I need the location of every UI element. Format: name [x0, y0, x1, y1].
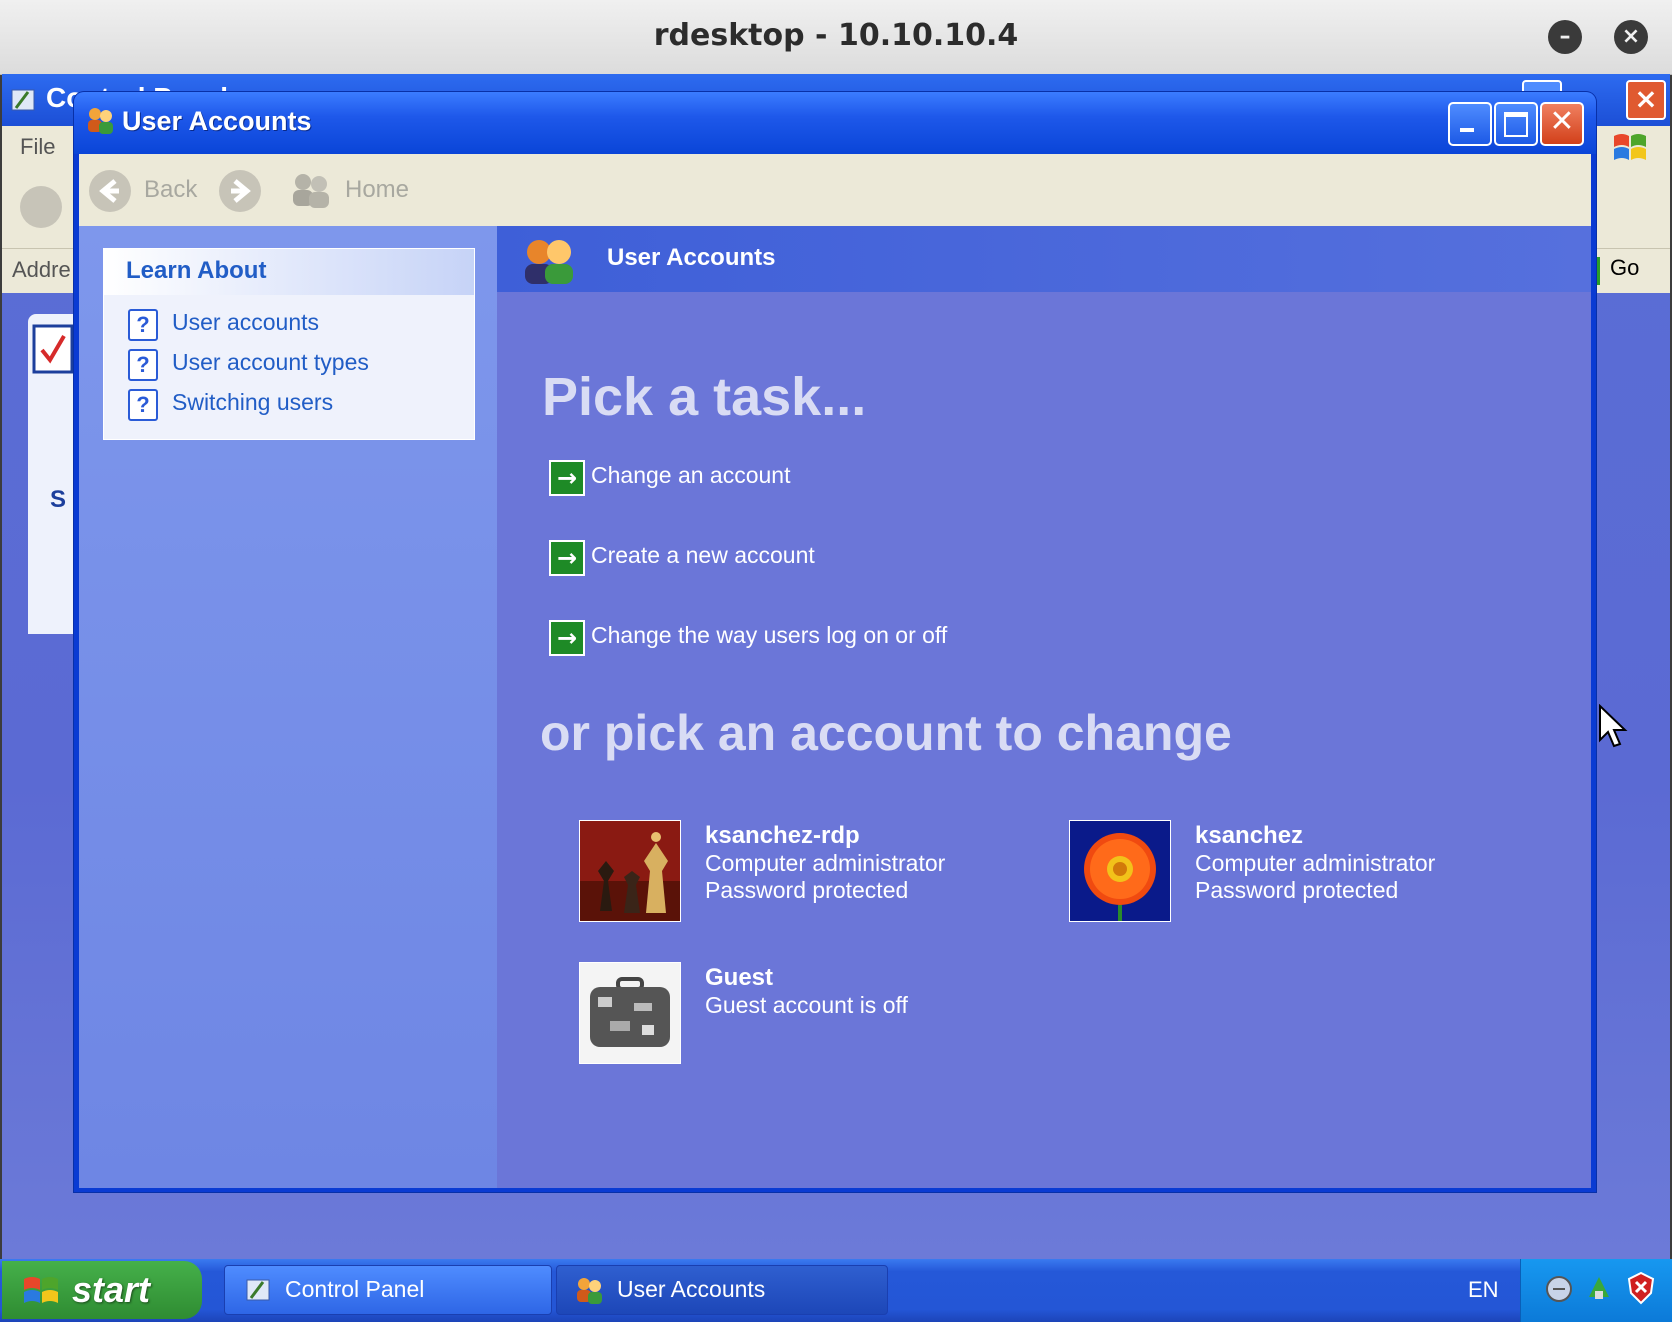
- go-button[interactable]: Go: [1610, 255, 1639, 281]
- task-change-account[interactable]: → Change an account: [549, 460, 949, 500]
- host-minimize-button[interactable]: –: [1548, 20, 1582, 54]
- start-button[interactable]: start: [2, 1261, 202, 1319]
- maximize-button[interactable]: [1494, 102, 1538, 146]
- help-icon: ?: [128, 349, 158, 381]
- maximize-icon: [1504, 112, 1528, 137]
- help-icon: ?: [128, 389, 158, 421]
- learn-item-switching-users[interactable]: ? Switching users: [128, 387, 428, 423]
- user-accounts-icon: [88, 108, 113, 134]
- close-button[interactable]: ✕: [1540, 102, 1584, 146]
- back-label: Back: [144, 176, 198, 203]
- language-indicator[interactable]: EN: [1468, 1277, 1499, 1303]
- home-button[interactable]: Home: [289, 168, 419, 214]
- user-accounts-header-icon: [525, 240, 573, 284]
- left-task-pane: Learn About ? User accounts ? User accou…: [79, 226, 497, 1188]
- learn-about-box: Learn About ? User accounts ? User accou…: [103, 248, 475, 440]
- control-panel-close-button[interactable]: ×: [1626, 80, 1666, 120]
- minimize-button[interactable]: [1448, 102, 1492, 146]
- account-status: Password protected: [1195, 877, 1399, 903]
- main-header-title: User Accounts: [607, 244, 776, 271]
- back-arrow-icon: [89, 170, 131, 212]
- user-accounts-titlebar: User Accounts ✕: [74, 92, 1596, 154]
- task-create-account[interactable]: → Create a new account: [549, 540, 949, 580]
- close-icon: ✕: [1549, 104, 1575, 139]
- account-name: ksanchez: [1195, 822, 1304, 849]
- account-type: Computer administrator: [1195, 850, 1436, 876]
- pick-task-heading: Pick a task...: [542, 367, 867, 427]
- account-guest[interactable]: Guest Guest account is off: [579, 962, 999, 1072]
- orange-flower-avatar: [1069, 820, 1171, 922]
- host-close-button[interactable]: ×: [1614, 20, 1648, 54]
- account-status: Guest account is off: [705, 992, 908, 1018]
- window-title: User Accounts: [122, 106, 312, 136]
- back-button[interactable]: Back: [89, 168, 209, 214]
- user-accounts-icon: [577, 1278, 602, 1304]
- system-tray: [1520, 1259, 1672, 1322]
- mouse-cursor-icon: [1599, 704, 1628, 748]
- user-accounts-window: User Accounts ✕ Back Home Learn About ? …: [74, 92, 1596, 1192]
- learn-about-header: Learn About: [104, 249, 474, 295]
- home-label: Home: [345, 176, 410, 203]
- address-label: Addre: [12, 257, 71, 282]
- windows-logo-icon: [1614, 134, 1646, 160]
- account-name: Guest: [705, 964, 774, 991]
- window-content: Learn About ? User accounts ? User accou…: [79, 226, 1591, 1188]
- start-label: start: [72, 1269, 151, 1310]
- task-change-logon[interactable]: → Change the way users log on or off: [549, 620, 1069, 660]
- cp-back-arrow-icon[interactable]: [20, 186, 62, 228]
- safely-remove-icon[interactable]: [1583, 1271, 1615, 1305]
- main-pane: User Accounts Pick a task... → Change an…: [497, 226, 1591, 1188]
- help-icon: ?: [128, 309, 158, 341]
- checklist-icon: [32, 324, 74, 374]
- network-icon[interactable]: [1543, 1273, 1575, 1305]
- home-users-icon: [293, 174, 329, 208]
- remote-desktop: Control Panel × File Addre Go: [2, 74, 1670, 1259]
- taskbar-control-panel[interactable]: Control Panel: [224, 1265, 552, 1315]
- main-header: User Accounts: [497, 226, 1591, 292]
- learn-about-title: Learn About: [126, 257, 267, 284]
- navigation-toolbar: Back Home: [79, 154, 1591, 226]
- menu-file[interactable]: File: [20, 134, 55, 160]
- taskbar-label: User Accounts: [617, 1276, 766, 1302]
- task-label: Create a new account: [591, 542, 815, 568]
- forward-arrow-icon[interactable]: [219, 170, 261, 212]
- task-arrow-icon: →: [549, 620, 585, 656]
- control-panel-icon: [11, 89, 35, 111]
- task-arrow-icon: →: [549, 460, 585, 496]
- security-shield-icon[interactable]: [1625, 1271, 1657, 1305]
- pick-account-heading: or pick an account to change: [540, 705, 1232, 761]
- host-titlebar: rdesktop - 10.10.10.4 – ×: [0, 0, 1672, 75]
- account-name: ksanchez-rdp: [705, 822, 860, 849]
- task-label: Change an account: [591, 462, 791, 488]
- account-type: Computer administrator: [705, 850, 946, 876]
- account-status: Password protected: [705, 877, 909, 903]
- taskbar: start Control Panel User Accounts EN: [0, 1259, 1672, 1322]
- account-ksanchez-rdp[interactable]: ksanchez-rdp Computer administrator Pass…: [579, 820, 999, 930]
- control-panel-icon: [246, 1279, 270, 1301]
- chess-pieces-avatar: [579, 820, 681, 922]
- minimize-icon: [1460, 128, 1474, 132]
- host-window-title: rdesktop - 10.10.10.4: [653, 18, 1019, 53]
- windows-flag-icon: [24, 1277, 58, 1303]
- suitcase-avatar: [579, 962, 681, 1064]
- taskbar-user-accounts[interactable]: User Accounts: [556, 1265, 888, 1315]
- learn-item-label: Switching users: [172, 389, 334, 415]
- task-arrow-icon: →: [549, 540, 585, 576]
- learn-item-label: User account types: [172, 349, 369, 375]
- task-label: Change the way users log on or off: [591, 622, 948, 648]
- side-heading: S: [50, 486, 67, 513]
- learn-item-user-account-types[interactable]: ? User account types: [128, 347, 428, 383]
- account-ksanchez[interactable]: ksanchez Computer administrator Password…: [1069, 820, 1489, 930]
- taskbar-label: Control Panel: [285, 1276, 425, 1302]
- learn-item-user-accounts[interactable]: ? User accounts: [128, 307, 428, 343]
- learn-item-label: User accounts: [172, 309, 320, 335]
